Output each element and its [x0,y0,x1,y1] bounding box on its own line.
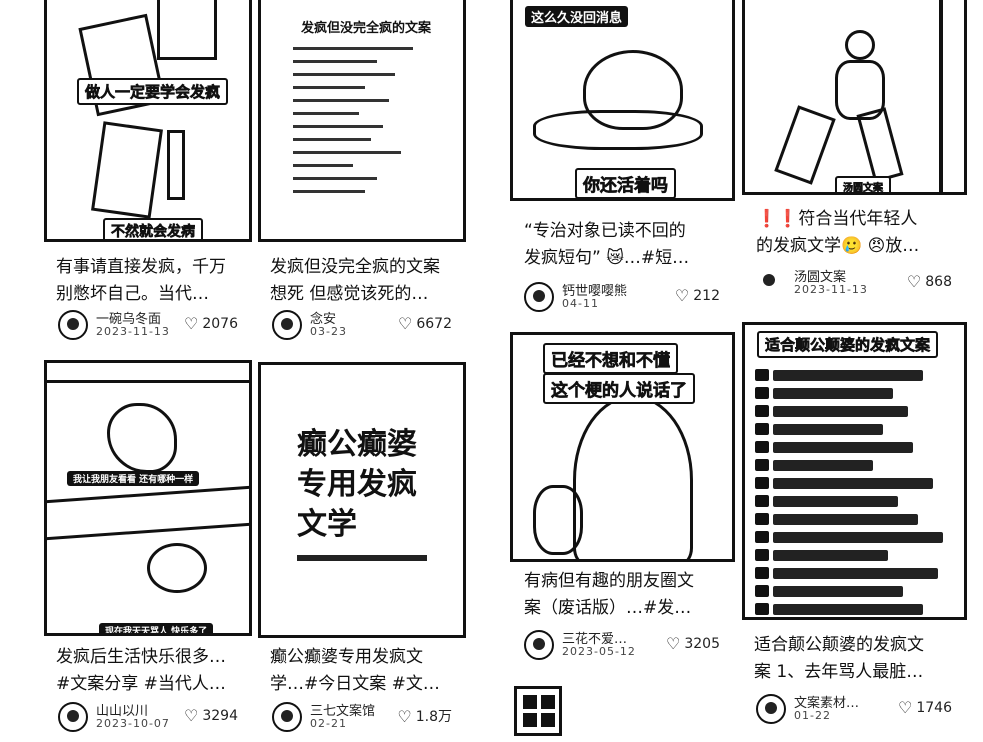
cover-text-bottom: 汤圆文案 [835,176,891,192]
note-cover-8[interactable]: 适合颠公颠婆的发疯文案 [742,322,967,620]
post-date: 2023-10-07 [96,717,170,730]
partial-cover-thumb[interactable] [514,686,562,736]
post-date: 04-11 [562,297,599,310]
note-cover-4[interactable]: 汤圆文案 [742,0,967,195]
cover-text-mid: 我让我朋友看看 还有哪种一样 [67,471,200,486]
note-card-partial[interactable] [514,686,562,736]
cover-title-line-1: 癫公癫婆 [297,427,417,462]
author-avatar[interactable] [272,310,302,340]
note-card-3[interactable]: 这么久没回消息 你还活着吗 “专治对象已读不回的 发疯短句” 😿…#短… 钙世嘤… [510,0,735,318]
note-card-5[interactable]: 我让我朋友看看 还有哪种一样 现在我天天骂人 快乐多了 发疯后生活快乐很多… #… [44,360,252,742]
note-title-2[interactable]: 发疯但没完全疯的文案 想死 但感觉该死的… [270,254,470,308]
note-cover-6[interactable]: 癫公癫婆 专用发疯 文学 [258,362,466,638]
note-card-1[interactable]: 做人一定要学会发疯 不然就会发病 有事请直接发疯，千万 别憋坏自己。当代… 一碗… [44,0,252,345]
author-avatar[interactable] [756,268,786,298]
post-date: 02-21 [310,717,347,730]
like-count[interactable]: ♡ 212 [675,286,720,305]
like-count[interactable]: ♡ 868 [907,272,952,291]
heart-outline-icon[interactable]: ♡ [898,698,912,717]
note-card-2[interactable]: 发疯但没完全疯的文案 发疯但没完全疯的文案 想死 但感觉该死的… 念安 03-2… [258,0,466,345]
note-title-3[interactable]: “专治对象已读不回的 发疯短句” 😿…#短… [524,218,739,272]
heart-outline-icon[interactable]: ♡ [666,634,680,653]
note-title-4[interactable]: ❗❗符合当代年轻人 的发疯文学🥲 😠放… [756,206,971,260]
note-cover-1[interactable]: 做人一定要学会发疯 不然就会发病 [44,0,252,242]
heart-outline-icon[interactable]: ♡ [397,707,411,726]
note-cover-2[interactable]: 发疯但没完全疯的文案 [258,0,466,242]
cover-text-top-2: 这个梗的人说话了 [543,373,695,404]
author-avatar[interactable] [58,702,88,732]
cover-text-top: 这么久没回消息 [525,6,629,27]
heart-outline-icon[interactable]: ♡ [398,314,412,333]
post-date: 03-23 [310,325,347,338]
doc-title: 发疯但没完全疯的文案 [301,21,432,36]
cover-text-top: 做人一定要学会发疯 [77,78,229,105]
like-count[interactable]: ♡ 2076 [184,314,238,333]
author-avatar[interactable] [524,282,554,312]
like-count[interactable]: ♡ 3205 [666,634,720,653]
like-count[interactable]: ♡ 3294 [184,706,238,725]
author-avatar[interactable] [272,702,302,732]
cover-text-bottom: 不然就会发病 [103,218,203,239]
list-title: 适合颠公颠婆的发疯文案 [757,331,939,358]
heart-outline-icon[interactable]: ♡ [675,286,689,305]
author-avatar[interactable] [524,630,554,660]
note-cover-3[interactable]: 这么久没回消息 你还活着吗 [510,0,735,201]
note-card-7[interactable]: 已经不想和不懂 这个梗的人说话了 有病但有趣的朋友圈文 案（废话版）…#发… 三… [510,332,735,672]
post-date: 2023-05-12 [562,645,636,658]
like-count[interactable]: ♡ 1746 [898,698,952,717]
like-count[interactable]: ♡ 1.8万 [397,706,452,726]
author-avatar[interactable] [58,310,88,340]
heart-outline-icon[interactable]: ♡ [907,272,921,291]
note-card-4[interactable]: 汤圆文案 ❗❗符合当代年轻人 的发疯文学🥲 😠放… 汤圆文案 2023-11-1… [742,0,967,310]
post-date: 2023-11-13 [96,325,170,338]
cover-title-line-2: 专用发疯 [297,467,417,502]
cover-text-top: 已经不想和不懂 [543,343,678,374]
heart-outline-icon[interactable]: ♡ [184,314,198,333]
cover-text-bottom: 现在我天天骂人 快乐多了 [99,623,214,633]
note-cover-5[interactable]: 我让我朋友看看 还有哪种一样 现在我天天骂人 快乐多了 [44,360,252,636]
note-title-1[interactable]: 有事请直接发疯，千万 别憋坏自己。当代… [56,254,256,308]
note-card-8[interactable]: 适合颠公颠婆的发疯文案 适合颠公颠婆的发疯文 案 1、去年骂人最脏… 文案素材…… [742,322,967,742]
cover-title-line-3: 文学 [297,507,357,542]
note-title-5[interactable]: 发疯后生活快乐很多… #文案分享 #当代人… [56,644,256,698]
post-date: 2023-11-13 [794,283,868,296]
note-cover-7[interactable]: 已经不想和不懂 这个梗的人说话了 [510,332,735,562]
note-title-7[interactable]: 有病但有趣的朋友圈文 案（废话版）…#发… [524,568,739,622]
heart-outline-icon[interactable]: ♡ [184,706,198,725]
like-count[interactable]: ♡ 6672 [398,314,452,333]
cover-text-bottom: 你还活着吗 [575,168,676,198]
post-date: 01-22 [794,709,831,722]
author-avatar[interactable] [756,694,786,724]
note-title-8[interactable]: 适合颠公颠婆的发疯文 案 1、去年骂人最脏… [754,632,969,686]
note-title-6[interactable]: 癫公癫婆专用发疯文 学…#今日文案 #文… [270,644,470,698]
note-card-6[interactable]: 癫公癫婆 专用发疯 文学 癫公癫婆专用发疯文 学…#今日文案 #文… 三七文案馆… [258,362,466,742]
